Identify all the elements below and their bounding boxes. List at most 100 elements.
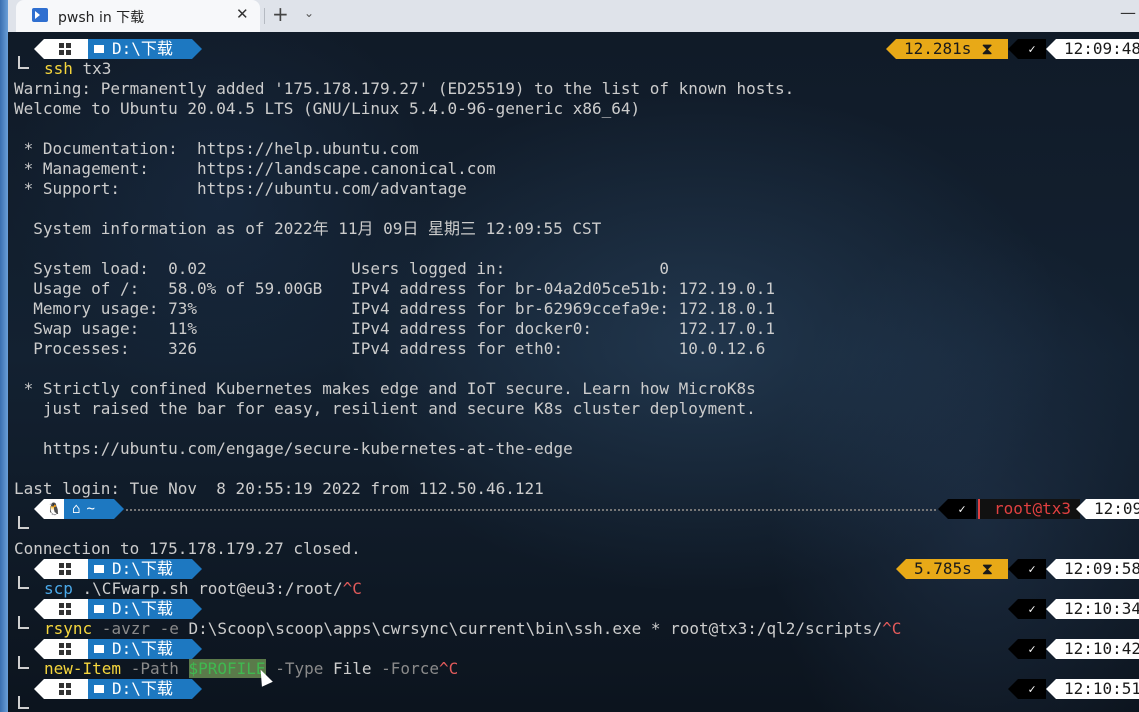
- status-segment: ✓: [1008, 559, 1046, 579]
- output-line: * Management: https://landscape.canonica…: [14, 159, 496, 178]
- close-tab-icon[interactable]: ✕: [236, 5, 249, 23]
- command-name: ssh: [44, 59, 73, 78]
- output-line: Warning: Permanently added '175.178.179.…: [14, 79, 795, 98]
- new-tab-button[interactable]: +: [272, 2, 289, 26]
- status-segment: ✓: [1008, 39, 1046, 59]
- remote-prompt-time: 12:09: [1094, 499, 1139, 518]
- remote-status-segment: ✓: [938, 499, 976, 519]
- command-flag: -avzr -e: [92, 619, 179, 638]
- duration-segment: 12.281s ⧗: [886, 39, 1008, 59]
- command-args: .\CFwarp.sh root@eu3:/root/: [72, 579, 343, 598]
- command-duration: 5.785s: [914, 559, 972, 578]
- command-flag: -Path: [121, 659, 189, 678]
- command-name: rsync: [44, 619, 93, 638]
- path-segment: D:\下载: [88, 559, 202, 579]
- command-line[interactable]: new-Item -Path $PROFILE -Type File -Forc…: [44, 659, 458, 679]
- current-path: D:\下载: [112, 679, 173, 698]
- check-icon: ✓: [1028, 602, 1036, 616]
- os-segment: [34, 39, 98, 59]
- output-line: just raised the bar for easy, resilient …: [14, 399, 756, 418]
- prompt-corner: [18, 696, 29, 709]
- output-line: Usage of /: 58.0% of 59.00GB IPv4 addres…: [14, 279, 775, 298]
- output-line: Welcome to Ubuntu 20.04.5 LTS (GNU/Linux…: [14, 99, 641, 118]
- tab-dropdown-icon[interactable]: ⌄: [304, 6, 314, 20]
- current-path: D:\下载: [112, 39, 173, 58]
- time-segment: 12:10:42: [1046, 639, 1139, 659]
- hourglass-icon: ⧗: [981, 39, 993, 58]
- home-segment: ⌂ ~: [64, 499, 124, 519]
- os-segment: [34, 639, 98, 659]
- output-line: Processes: 326 IPv4 address for eth0: 10…: [14, 339, 766, 358]
- prompt-time: 12:10:42: [1064, 639, 1139, 658]
- duration-segment: 5.785s ⧗: [896, 559, 1008, 579]
- tab-pwsh[interactable]: pwsh in 下载 ✕: [16, 0, 260, 32]
- command-args: D:\Scoop\scoop\apps\cwrsync\current\bin\…: [178, 619, 883, 638]
- command-flag: -Type: [265, 659, 333, 678]
- status-segment: ✓: [1008, 639, 1046, 659]
- windows-icon: [59, 643, 71, 655]
- folder-icon: [94, 45, 104, 53]
- prompt-filler: [126, 509, 936, 511]
- output-line: Last login: Tue Nov 8 20:55:19 2022 from…: [14, 479, 544, 498]
- interrupt-marker: ^C: [438, 659, 459, 678]
- tab-divider: [264, 8, 265, 24]
- desktop-edge: [0, 0, 8, 712]
- command-flag: -Force: [371, 659, 439, 678]
- prompt-time: 12:09:48: [1064, 39, 1139, 58]
- prompt-corner: [18, 656, 29, 669]
- time-segment: 12:09:48: [1046, 39, 1139, 59]
- command-duration: 12.281s: [904, 39, 972, 58]
- current-path: D:\下载: [112, 599, 173, 618]
- user-host-segment: root@tx3: [978, 499, 1080, 519]
- home-path: ~: [86, 501, 95, 517]
- interrupt-marker: ^C: [882, 619, 902, 638]
- output-line: System information as of 2022年 11月 09日 星…: [14, 219, 602, 238]
- hourglass-icon: ⧗: [981, 559, 994, 578]
- remote-time-segment: 12:09: [1076, 499, 1139, 519]
- check-icon: ✓: [1028, 42, 1036, 56]
- check-icon: ✓: [1028, 562, 1036, 576]
- command-line: scp .\CFwarp.sh root@eu3:/root/^C: [44, 579, 362, 599]
- output-line: * Documentation: https://help.ubuntu.com: [14, 139, 419, 158]
- os-segment: [34, 599, 98, 619]
- path-segment: D:\下载: [88, 599, 202, 619]
- linux-icon: 🐧: [46, 502, 62, 516]
- output-line: * Strictly confined Kubernetes makes edg…: [14, 379, 756, 398]
- os-segment: [34, 679, 98, 699]
- prompt-time: 12:10:51: [1064, 679, 1139, 698]
- tab-bar: pwsh in 下载 ✕ + ⌄ —: [8, 0, 1139, 32]
- prompt-corner: [18, 616, 29, 629]
- prompt-corner: [18, 576, 29, 589]
- interrupt-marker: ^C: [342, 579, 362, 598]
- prompt-time: 12:09:58: [1064, 559, 1139, 578]
- prompt-corner: [18, 516, 29, 529]
- status-segment: ✓: [1008, 679, 1046, 699]
- folder-icon: [94, 605, 104, 613]
- output-line: Memory usage: 73% IPv4 address for br-62…: [14, 299, 775, 318]
- connection-closed-line: Connection to 175.178.179.27 closed.: [14, 539, 361, 558]
- selected-variable[interactable]: $PROFILE: [188, 659, 266, 678]
- command-args: tx3: [72, 59, 112, 78]
- time-segment: 12:10:51: [1046, 679, 1139, 699]
- output-line: * Support: https://ubuntu.com/advantage: [14, 179, 467, 198]
- time-segment: 12:10:34: [1046, 599, 1139, 619]
- status-segment: ✓: [1008, 599, 1046, 619]
- output-line: https://ubuntu.com/engage/secure-kuberne…: [14, 439, 573, 458]
- home-icon: ⌂: [72, 501, 81, 517]
- output-line: System load: 0.02 Users logged in: 0: [14, 259, 670, 278]
- folder-icon: [94, 565, 104, 573]
- path-segment: D:\下载: [88, 679, 202, 699]
- check-icon: ✓: [958, 502, 966, 516]
- folder-icon: [94, 685, 104, 693]
- os-segment: [34, 559, 98, 579]
- user-host: root@tx3: [994, 499, 1072, 518]
- windows-icon: [59, 43, 71, 55]
- check-icon: ✓: [1028, 682, 1036, 696]
- minimize-button[interactable]: —: [1120, 3, 1136, 22]
- path-segment: D:\下载: [88, 39, 202, 59]
- windows-icon: [59, 603, 71, 615]
- current-path: D:\下载: [112, 639, 173, 658]
- output-line: Swap usage: 11% IPv4 address for docker0…: [14, 319, 775, 338]
- windows-icon: [59, 563, 71, 575]
- time-segment: 12:09:58: [1046, 559, 1139, 579]
